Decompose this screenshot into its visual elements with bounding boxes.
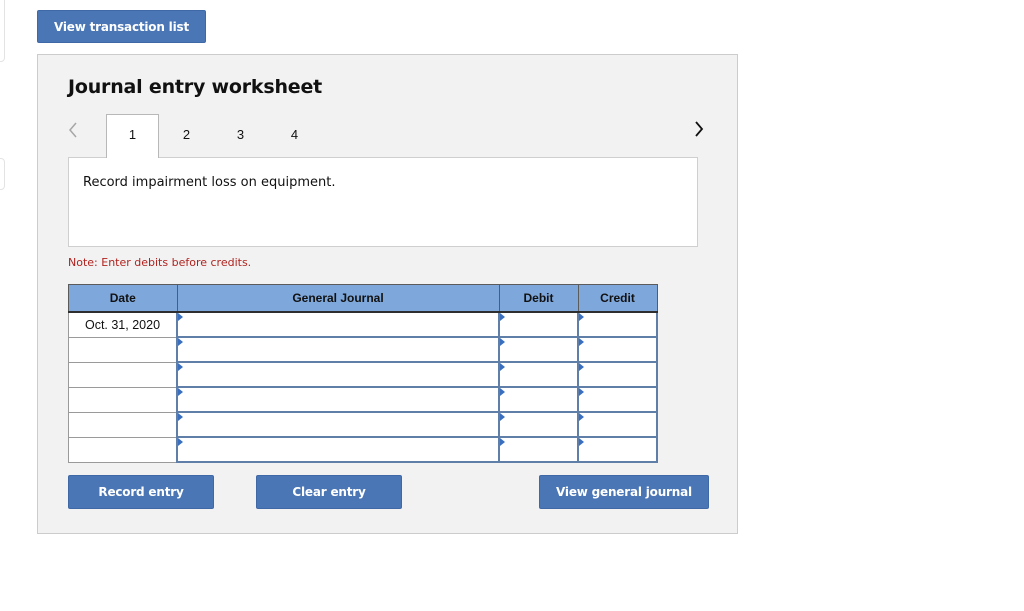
- tab-label: 2: [182, 126, 191, 142]
- clear-entry-button[interactable]: Clear entry: [256, 475, 402, 509]
- debit-cell: [498, 411, 579, 438]
- next-button[interactable]: [694, 121, 704, 142]
- view-transaction-list-button[interactable]: View transaction list: [37, 10, 206, 43]
- date-cell: [68, 411, 178, 438]
- credit-cell: [577, 361, 658, 388]
- date-cell: [68, 361, 178, 388]
- date-cell: Oct. 31, 2020: [68, 311, 178, 338]
- account-input[interactable]: [178, 363, 498, 386]
- debit-input[interactable]: [500, 413, 577, 436]
- tab-2[interactable]: 2: [160, 114, 213, 158]
- journal-row: Oct. 31, 2020: [68, 311, 658, 338]
- date-cell: [68, 336, 178, 363]
- chevron-left-icon: [69, 122, 77, 138]
- tab-3[interactable]: 3: [214, 114, 267, 158]
- credit-input[interactable]: [579, 313, 656, 336]
- account-input[interactable]: [178, 413, 498, 436]
- transaction-description-box: Record impairment loss on equipment.: [68, 157, 698, 247]
- journal-row: [68, 436, 658, 463]
- view-general-journal-button[interactable]: View general journal: [539, 475, 709, 509]
- previous-button[interactable]: [68, 122, 78, 143]
- debit-input[interactable]: [500, 338, 577, 361]
- account-input[interactable]: [178, 313, 498, 336]
- debit-input[interactable]: [500, 438, 577, 461]
- credit-input[interactable]: [579, 363, 656, 386]
- credit-input[interactable]: [579, 413, 656, 436]
- column-header-debit: Debit: [498, 284, 579, 313]
- debit-cell: [498, 311, 579, 338]
- column-header-credit: Credit: [577, 284, 658, 313]
- adjacent-card-fragment: [0, 0, 5, 62]
- credit-cell: [577, 336, 658, 363]
- record-entry-button[interactable]: Record entry: [68, 475, 214, 509]
- tab-label: 1: [128, 127, 137, 142]
- debit-cell: [498, 386, 579, 413]
- worksheet-title: Journal entry worksheet: [68, 76, 323, 98]
- debit-cell: [498, 336, 579, 363]
- account-cell: [176, 336, 500, 363]
- credit-cell: [577, 311, 658, 338]
- debit-input[interactable]: [500, 313, 577, 336]
- account-cell: [176, 386, 500, 413]
- account-input[interactable]: [178, 388, 498, 411]
- journal-row: [68, 361, 658, 388]
- debit-input[interactable]: [500, 388, 577, 411]
- credit-input[interactable]: [579, 388, 656, 411]
- chevron-right-icon: [695, 121, 704, 137]
- debit-cell: [498, 436, 579, 463]
- tab-label: 3: [236, 126, 245, 142]
- tab-4[interactable]: 4: [268, 114, 321, 158]
- account-cell: [176, 311, 500, 338]
- credit-cell: [577, 411, 658, 438]
- credit-input[interactable]: [579, 338, 656, 361]
- account-cell: [176, 436, 500, 463]
- journal-row: [68, 336, 658, 363]
- debit-input[interactable]: [500, 363, 577, 386]
- credit-cell: [577, 386, 658, 413]
- column-header-date: Date: [68, 284, 178, 313]
- journal-entry-worksheet-panel: Journal entry worksheet 1 2 3 4 Record i…: [37, 54, 738, 534]
- credit-cell: [577, 436, 658, 463]
- adjacent-card-fragment: [0, 158, 5, 190]
- journal-table: Date General Journal Debit Credit Oct. 3…: [68, 284, 658, 463]
- account-input[interactable]: [178, 338, 498, 361]
- account-input[interactable]: [178, 438, 498, 461]
- date-cell: [68, 386, 178, 413]
- journal-row: [68, 411, 658, 438]
- account-cell: [176, 361, 500, 388]
- transaction-description: Record impairment loss on equipment.: [83, 175, 336, 190]
- debit-cell: [498, 361, 579, 388]
- debits-before-credits-note: Note: Enter debits before credits.: [68, 256, 252, 269]
- account-cell: [176, 411, 500, 438]
- tab-1[interactable]: 1: [106, 114, 159, 158]
- column-header-general-journal: General Journal: [176, 284, 500, 313]
- date-cell: [68, 436, 178, 463]
- journal-row: [68, 386, 658, 413]
- tab-label: 4: [290, 126, 299, 142]
- journal-header-row: Date General Journal Debit Credit: [68, 284, 658, 313]
- credit-input[interactable]: [579, 438, 656, 461]
